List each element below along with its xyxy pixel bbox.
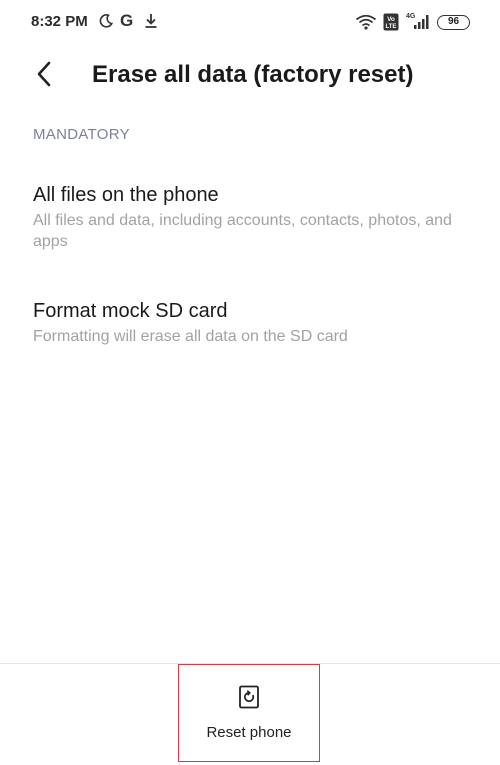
battery-icon: 96 xyxy=(437,15,470,30)
svg-text:4G: 4G xyxy=(406,13,416,20)
reset-phone-label: Reset phone xyxy=(206,724,292,741)
volte-icon: Vo LTE xyxy=(383,13,399,36)
moon-icon xyxy=(98,13,114,34)
item-description: Formatting will erase all data on the SD… xyxy=(33,328,348,345)
svg-text:LTE: LTE xyxy=(386,24,397,30)
status-time: 8:32 PM xyxy=(31,13,88,30)
page-title: Erase all data (factory reset) xyxy=(92,61,414,88)
svg-text:Vo: Vo xyxy=(387,16,395,23)
list-item-all-files: All files on the phone All files and dat… xyxy=(33,183,473,252)
item-title: All files on the phone xyxy=(33,184,219,206)
google-g-icon: G xyxy=(120,11,134,30)
back-button[interactable] xyxy=(26,56,62,92)
signal-4g-icon: 4G xyxy=(404,11,432,36)
wifi-icon xyxy=(355,14,377,35)
list-item-format-sd: Format mock SD card Formatting will eras… xyxy=(33,299,473,347)
status-bar: 8:32 PM G Vo LTE 4G 96 xyxy=(0,0,500,44)
download-icon xyxy=(143,12,159,35)
chevron-left-icon xyxy=(37,61,51,87)
item-description: All files and data, including accounts, … xyxy=(33,212,452,250)
item-title: Format mock SD card xyxy=(33,300,228,322)
reset-phone-button[interactable]: Reset phone xyxy=(178,664,320,762)
reset-phone-icon xyxy=(238,685,260,714)
factory-reset-screen: 8:32 PM G Vo LTE 4G 96 Erase all data (f… xyxy=(0,0,500,765)
section-header: MANDATORY xyxy=(33,126,130,143)
